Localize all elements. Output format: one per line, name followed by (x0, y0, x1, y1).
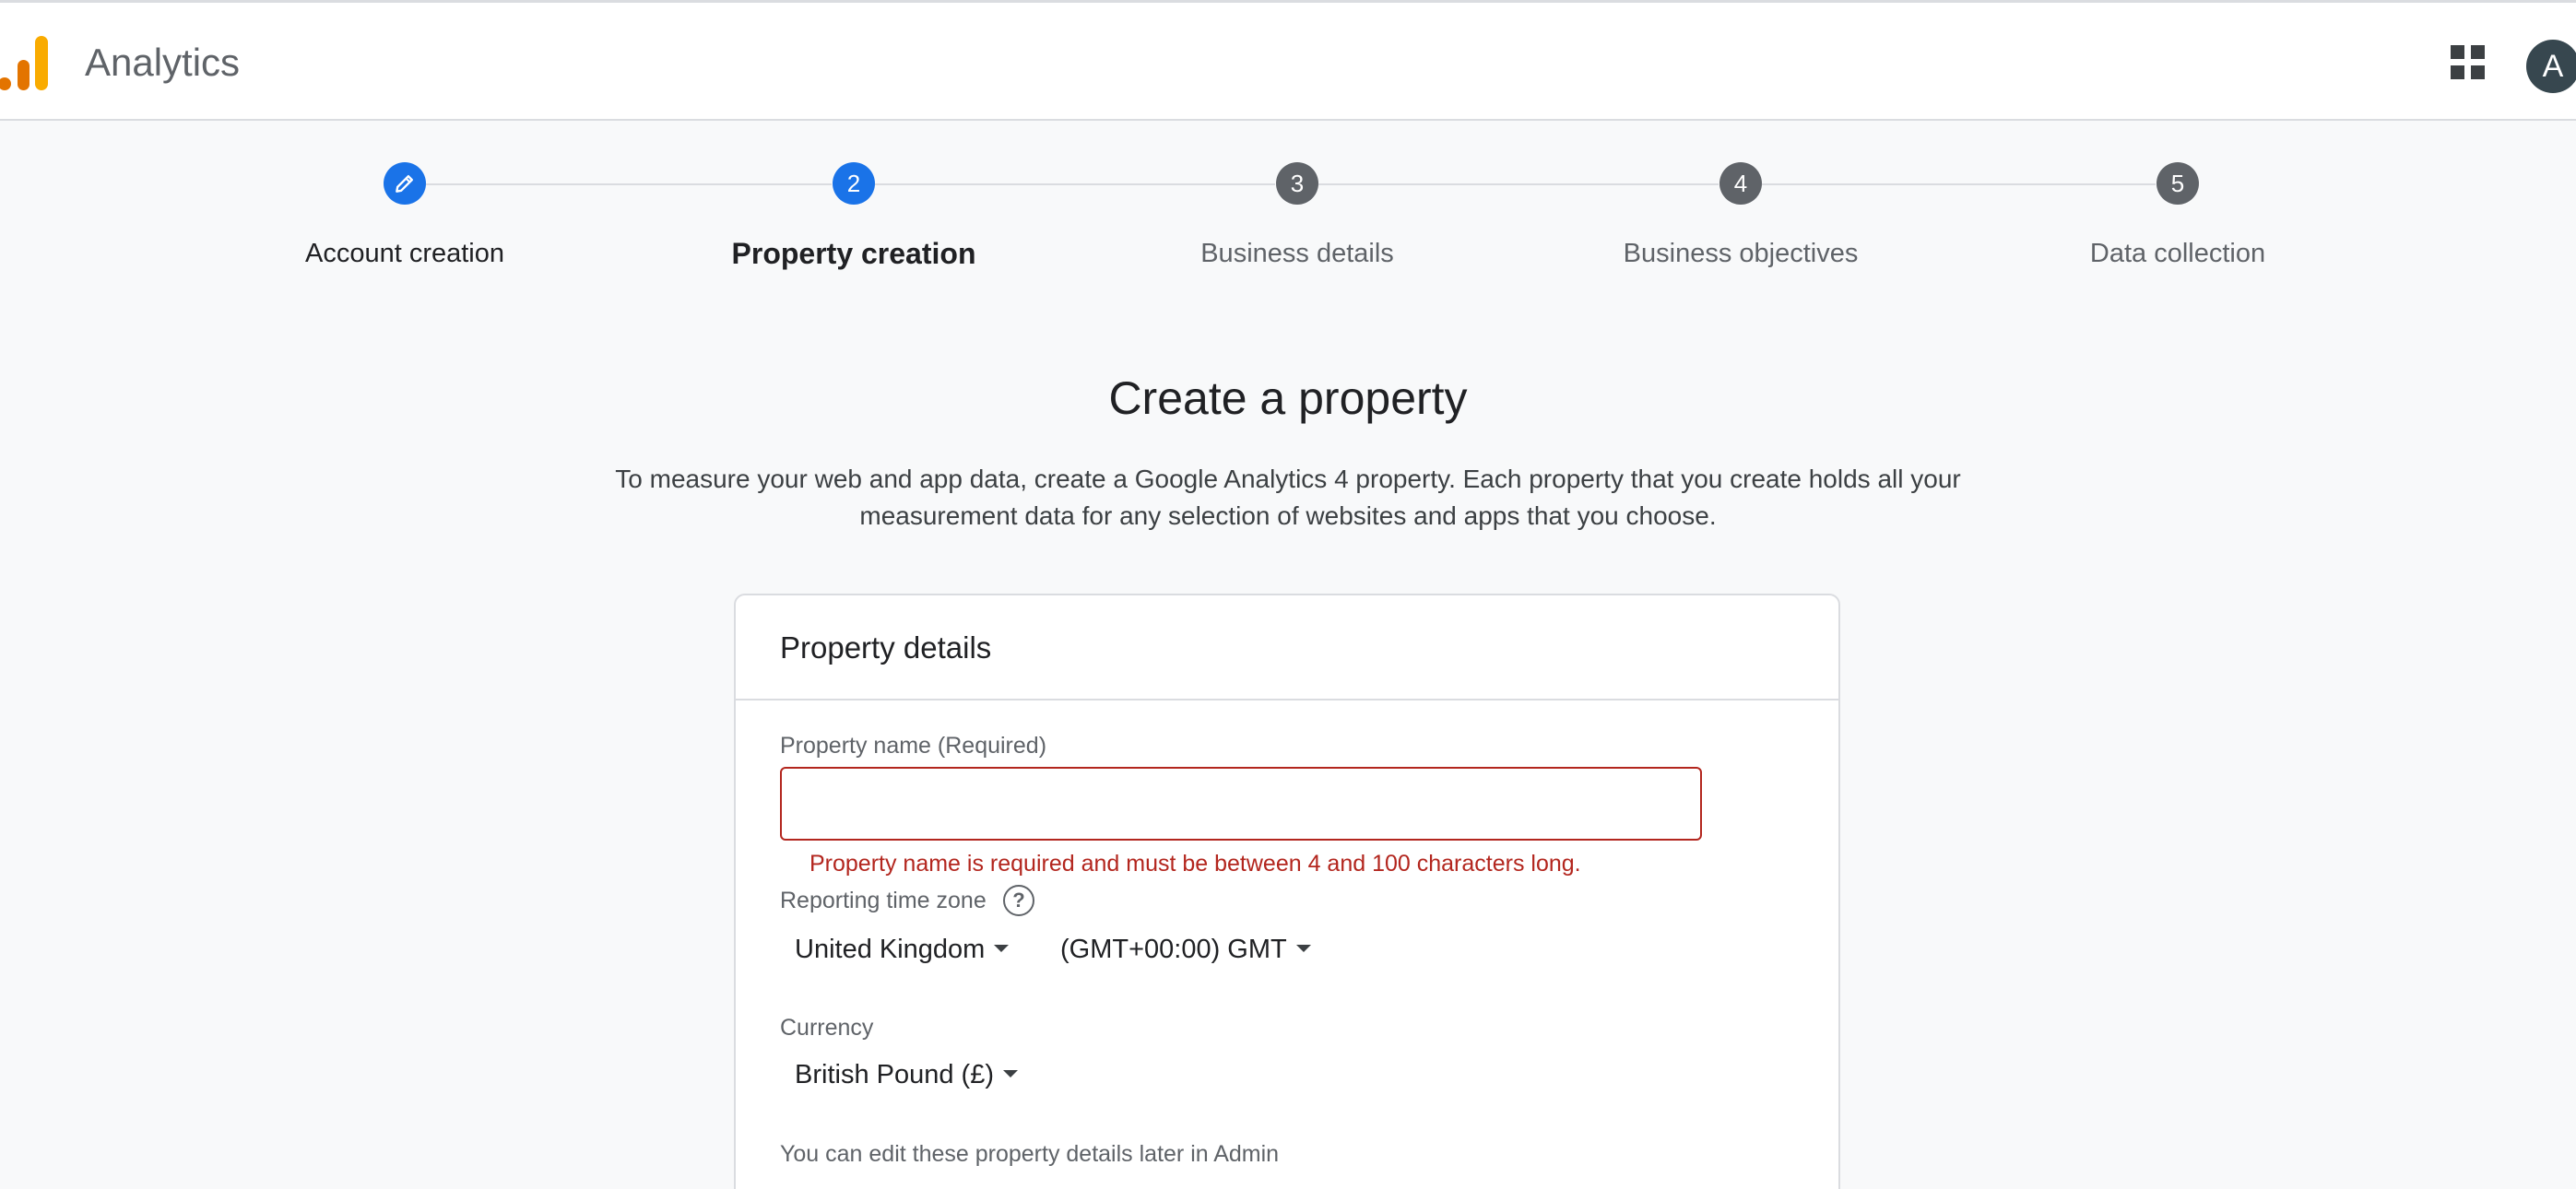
top-app-bar: Analytics A (0, 0, 2576, 121)
step-4-indicator: 4 (1719, 162, 1762, 205)
property-name-input[interactable] (780, 767, 1702, 841)
pencil-icon (396, 175, 413, 193)
chevron-down-icon (1003, 1070, 1018, 1078)
currency-select[interactable]: British Pound (£) (795, 1056, 1018, 1093)
step-3-indicator: 3 (1276, 162, 1318, 205)
app-title[interactable]: Analytics (85, 40, 240, 86)
step-4-label: Business objectives (1623, 239, 1859, 268)
step-connector (875, 183, 1275, 185)
card-title: Property details (780, 630, 992, 665)
currency-label: Currency (780, 1015, 874, 1041)
analytics-bars-icon[interactable] (0, 36, 52, 91)
card-header: Property details (736, 595, 1838, 700)
timezone-label: Reporting time zone (780, 888, 987, 913)
step-2-label: Property creation (731, 237, 976, 270)
step-connector (426, 183, 832, 185)
account-avatar[interactable]: A (2526, 40, 2576, 93)
apps-grid-icon[interactable] (2449, 43, 2487, 82)
step-connector (1318, 183, 1719, 185)
country-select[interactable]: United Kingdom (795, 931, 1010, 968)
page-description: To measure your web and app data, create… (535, 461, 2041, 535)
step-1-indicator[interactable] (384, 162, 426, 205)
step-connector (1762, 183, 2156, 185)
property-details-card: Property details Property name (Required… (734, 594, 1840, 1189)
step-5-label: Data collection (2089, 239, 2266, 268)
property-name-label: Property name (Required) (780, 733, 1047, 759)
timezone-select-value: (GMT+00:00) GMT (1060, 935, 1287, 964)
description-line-2: measurement data for any selection of we… (859, 501, 1717, 530)
setup-stepper: Account creation 2 Property creation 3 B… (0, 121, 2576, 305)
step-1-label[interactable]: Account creation (305, 237, 504, 270)
page-title: Create a property (1108, 372, 1468, 424)
chevron-down-icon (994, 945, 1010, 953)
step-5-indicator: 5 (2157, 162, 2199, 205)
edit-later-note: You can edit these property details late… (780, 1141, 1280, 1167)
country-select-value: United Kingdom (795, 935, 986, 964)
step-2-indicator: 2 (833, 162, 875, 205)
chevron-down-icon (1295, 945, 1311, 953)
description-line-1: To measure your web and app data, create… (615, 465, 1961, 493)
property-name-error: Property name is required and must be be… (809, 851, 1581, 877)
timezone-select[interactable]: (GMT+00:00) GMT (1060, 931, 1311, 968)
step-3-label: Business details (1200, 239, 1394, 268)
help-circle-icon[interactable]: ? (1003, 885, 1034, 916)
currency-select-value: British Pound (£) (795, 1060, 994, 1089)
